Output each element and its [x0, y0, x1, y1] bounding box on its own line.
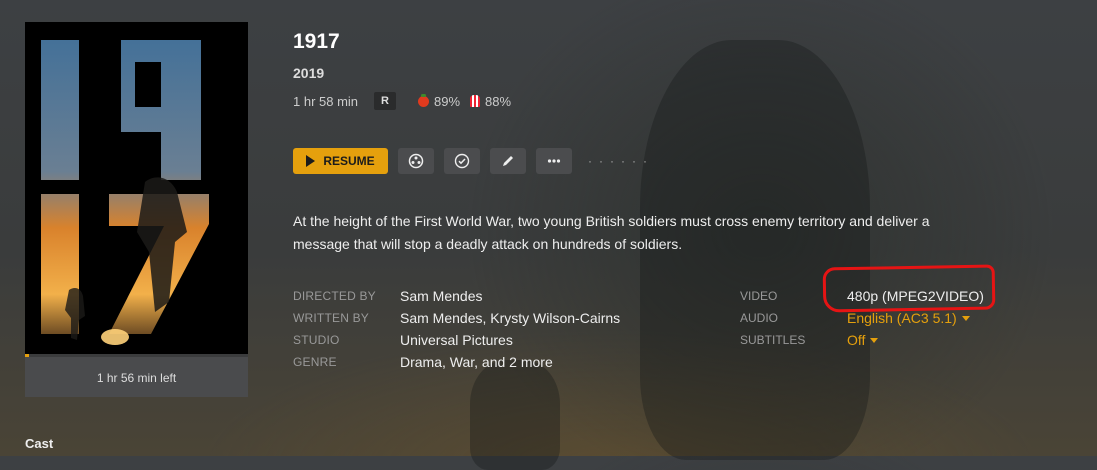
watch-progress-bar — [25, 354, 30, 357]
writers-links[interactable]: Sam Mendes, Krysty Wilson-Cairns — [400, 310, 620, 326]
mark-watched-icon — [454, 153, 470, 169]
credits-details: DIRECTED BY Sam Mendes WRITTEN BY Sam Me… — [293, 285, 620, 373]
detail-label: STUDIO — [293, 333, 340, 347]
trailer-icon — [408, 153, 424, 169]
resume-button-label: RESUME — [323, 154, 375, 168]
more-options-button[interactable] — [536, 148, 572, 174]
loading-dots-icon: ······ — [588, 154, 654, 168]
critic-score-value: 89% — [434, 93, 461, 109]
more-icon — [547, 159, 561, 163]
detail-label: GENRE — [293, 355, 337, 369]
metadata-row: 1 hr 58 min R 89% 88% — [293, 92, 511, 110]
resume-button[interactable]: RESUME — [293, 148, 388, 174]
cast-section-heading: Cast — [25, 436, 54, 451]
poster-caption: 1 hr 56 min left — [25, 354, 248, 397]
content-rating-badge: R — [374, 92, 396, 110]
subtitles-label: SUBTITLES — [740, 333, 806, 347]
play-icon — [306, 155, 316, 167]
subtitles-value: Off — [847, 332, 866, 348]
genre-links[interactable]: Drama, War, and 2 more — [400, 354, 553, 370]
critic-score: 89% — [418, 93, 461, 109]
action-bar: RESUME ······ — [293, 148, 654, 174]
subtitles-dropdown[interactable]: Off — [847, 332, 879, 348]
poster-artwork — [25, 22, 248, 354]
detail-row-director: DIRECTED BY Sam Mendes — [293, 285, 620, 307]
audience-score-value: 88% — [485, 93, 512, 109]
detail-row-genre: GENRE Drama, War, and 2 more — [293, 351, 620, 373]
movie-summary: At the height of the First World War, tw… — [293, 213, 930, 252]
detail-row-writers: WRITTEN BY Sam Mendes, Krysty Wilson-Cai… — [293, 307, 620, 329]
popcorn-icon — [470, 95, 481, 107]
director-link[interactable]: Sam Mendes — [400, 288, 482, 304]
chevron-down-icon — [961, 316, 970, 321]
red-highlight-annotation — [822, 264, 996, 313]
duration: 1 hr 58 min — [293, 93, 359, 109]
detail-row-studio: STUDIO Universal Pictures — [293, 329, 620, 351]
audience-score: 88% — [470, 94, 511, 109]
time-left-label: 1 hr 56 min left — [96, 371, 177, 385]
play-trailer-button[interactable] — [398, 148, 434, 174]
studio-link[interactable]: Universal Pictures — [400, 332, 513, 348]
audio-label: AUDIO — [740, 311, 779, 325]
audio-track-dropdown[interactable]: English (AC3 5.1) — [847, 310, 970, 326]
page-title: 1917 — [293, 30, 340, 53]
edit-icon — [503, 156, 513, 166]
subtitles-row: SUBTITLES Off — [740, 329, 984, 351]
chevron-down-icon — [870, 338, 879, 343]
release-year: 2019 — [293, 65, 325, 81]
tomato-icon — [418, 93, 429, 107]
background-soldier-silhouette — [470, 360, 560, 470]
detail-label: WRITTEN BY — [293, 311, 369, 325]
mark-watched-button[interactable] — [444, 148, 480, 174]
detail-label: DIRECTED BY — [293, 289, 376, 303]
edit-button[interactable] — [490, 148, 526, 174]
movie-poster[interactable] — [25, 22, 248, 354]
audio-track-value: English (AC3 5.1) — [847, 310, 957, 326]
